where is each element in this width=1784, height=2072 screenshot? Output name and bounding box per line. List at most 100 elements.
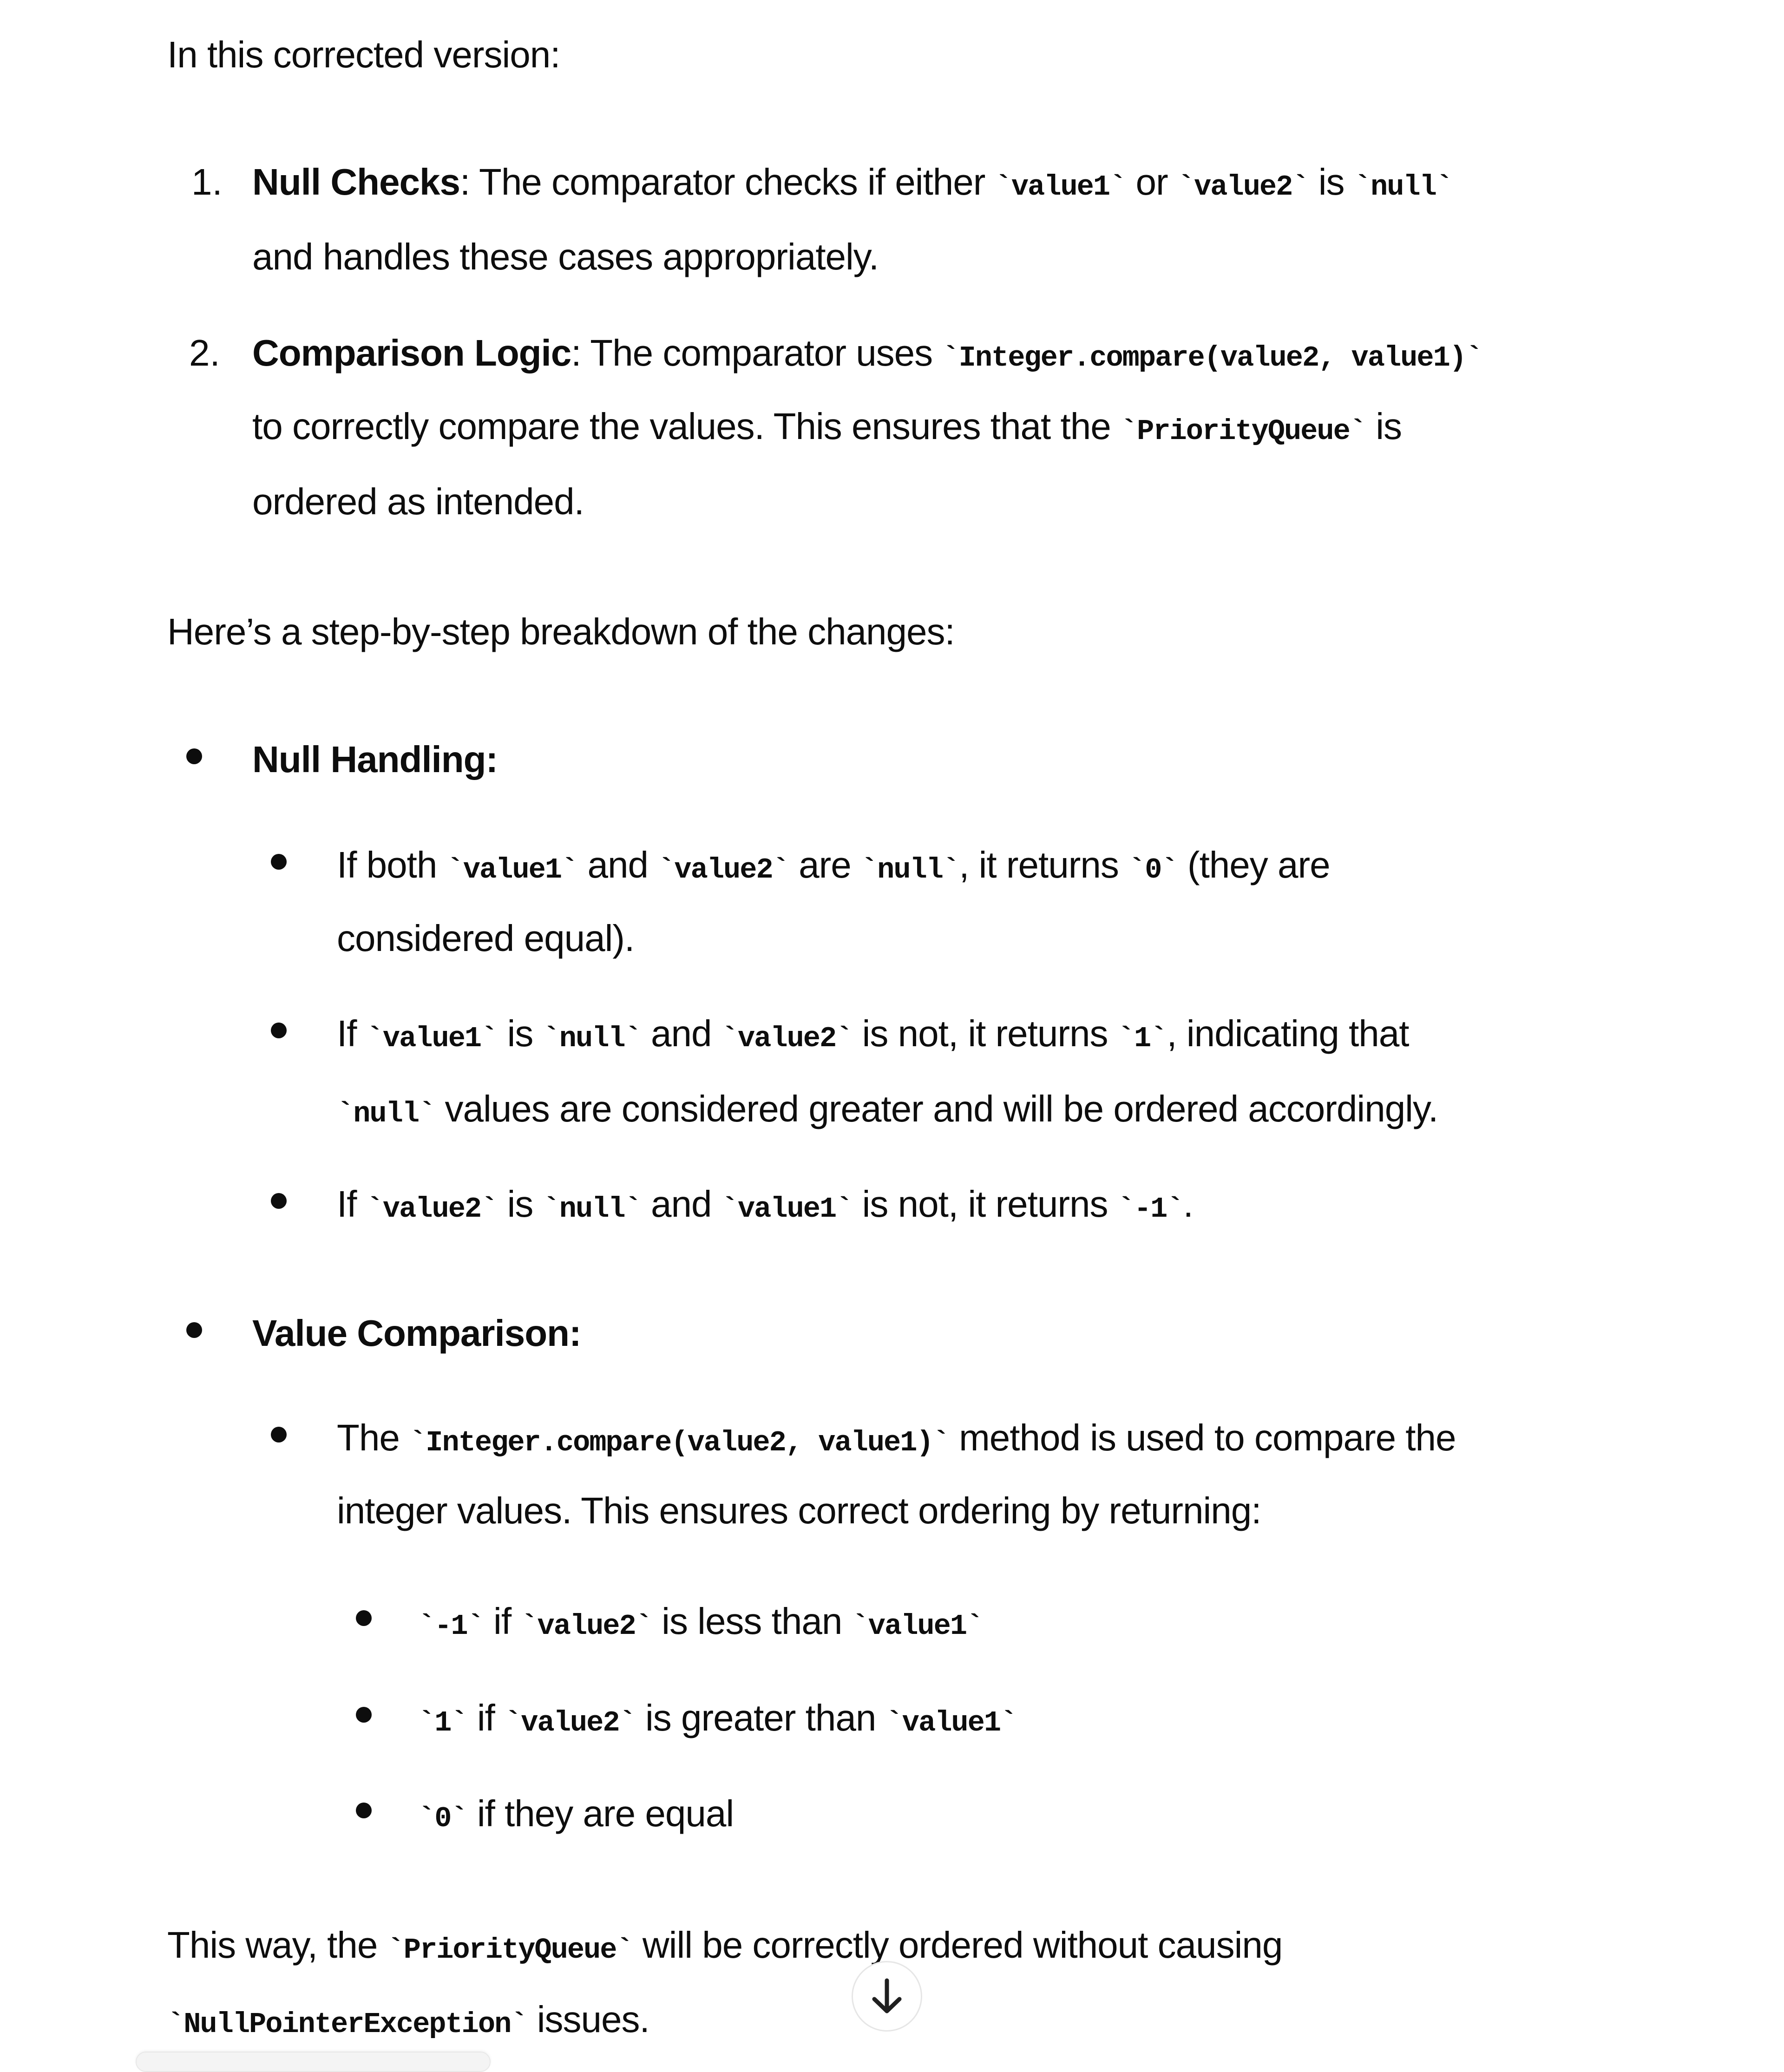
inline-code: `null` bbox=[543, 1022, 642, 1055]
inline-code: `value1` bbox=[885, 1706, 1018, 1739]
bullet-icon bbox=[356, 1803, 372, 1818]
inline-code: `value1` bbox=[852, 1610, 984, 1643]
section-title: Value Comparison: bbox=[252, 1312, 582, 1354]
text-segment: is greater than bbox=[635, 1697, 886, 1738]
inline-code: `value1` bbox=[721, 1193, 853, 1226]
text-segment: is bbox=[497, 1183, 543, 1225]
inline-code: `value1` bbox=[446, 853, 579, 886]
scroll-to-bottom-button[interactable] bbox=[852, 1961, 922, 2032]
message-composer[interactable] bbox=[136, 2052, 491, 2072]
inline-code: `null` bbox=[543, 1193, 642, 1226]
null-handling-item-1-line-1: If both `value1` and `value2` are `null`… bbox=[337, 844, 1331, 886]
text-segment: If bbox=[337, 1183, 367, 1225]
inline-code: `value2` bbox=[505, 1706, 636, 1739]
text-segment: is not, it returns bbox=[852, 1183, 1118, 1225]
intro-paragraph: In this corrected version: bbox=[167, 34, 560, 75]
null-handling-item-1-line-2: considered equal). bbox=[337, 918, 635, 959]
return-value-item-2: `1` if `value2` is greater than `value1` bbox=[418, 1699, 1017, 1738]
text-segment: and handles these cases appropriately. bbox=[252, 236, 879, 277]
bullet-icon bbox=[186, 748, 202, 764]
text-segment: If both bbox=[337, 844, 447, 885]
inline-code: `value2` bbox=[521, 1610, 653, 1643]
text-segment: and bbox=[641, 1013, 721, 1054]
text-segment: : The comparator uses bbox=[571, 332, 943, 374]
text-segment: and bbox=[641, 1183, 721, 1225]
text-segment: is bbox=[1308, 161, 1354, 203]
arrow-down-icon bbox=[872, 1978, 902, 2013]
text-segment: This way, the bbox=[167, 1924, 387, 1966]
inline-code: `0` bbox=[1128, 853, 1179, 886]
inline-code: `null` bbox=[337, 1097, 436, 1130]
bullet-icon bbox=[271, 854, 287, 870]
inline-code: `value1` bbox=[366, 1022, 498, 1055]
inline-code: `value2` bbox=[366, 1193, 498, 1226]
text-segment: considered equal). bbox=[337, 918, 635, 959]
bullet-icon bbox=[271, 1193, 287, 1209]
inline-code: `Integer.compare(value2, value1)` bbox=[942, 341, 1483, 374]
text-segment: if bbox=[483, 1600, 521, 1642]
inline-code: `PriorityQueue` bbox=[387, 1934, 634, 1967]
bullet-icon bbox=[356, 1610, 372, 1626]
text-segment: is bbox=[497, 1013, 543, 1054]
inline-code: `-1` bbox=[1117, 1193, 1184, 1226]
text-segment: to correctly compare the values. This en… bbox=[252, 406, 1121, 447]
text-segment: is bbox=[1366, 406, 1402, 447]
inline-code: `PriorityQueue` bbox=[1120, 415, 1367, 448]
conclusion-line-1: This way, the `PriorityQueue` will be co… bbox=[167, 1924, 1283, 1967]
text-segment: , indicating that bbox=[1167, 1013, 1409, 1054]
text-segment: are bbox=[788, 844, 861, 885]
text-segment: method is used to compare the bbox=[949, 1417, 1456, 1458]
text-segment: . bbox=[1183, 1183, 1194, 1225]
return-value-item-1: `-1` if `value2` is less than `value1` bbox=[418, 1600, 984, 1643]
bullet-icon bbox=[356, 1707, 372, 1723]
list-number: 1. bbox=[191, 161, 223, 203]
numbered-item-2-line-1: Comparison Logic: The comparator uses `I… bbox=[252, 332, 1483, 374]
null-handling-item-2-line-2: `null` values are considered greater and… bbox=[337, 1090, 1438, 1128]
inline-code: `value2` bbox=[1177, 170, 1310, 203]
numbered-item-2-line-2: to correctly compare the values. This en… bbox=[252, 408, 1402, 446]
text-segment: will be correctly ordered without causin… bbox=[632, 1924, 1283, 1966]
bullet-icon bbox=[271, 1427, 287, 1443]
null-handling-item-2-line-1: If `value1` is `null` and `value2` is no… bbox=[337, 1013, 1410, 1055]
numbered-item-1-line-1: Null Checks: The comparator checks if ei… bbox=[252, 161, 1453, 203]
text-segment: ordered as intended. bbox=[252, 481, 584, 522]
inline-code: `1` bbox=[1117, 1022, 1168, 1055]
inline-code: `value2` bbox=[658, 853, 790, 886]
inline-code: `NullPointerException` bbox=[167, 2008, 528, 2041]
inline-code: `null` bbox=[1354, 170, 1453, 203]
inline-code: `0` bbox=[418, 1802, 468, 1835]
conclusion-line-2: `NullPointerException` issues. bbox=[167, 1999, 650, 2041]
section-title: Null Handling: bbox=[252, 739, 498, 780]
inline-code: `1` bbox=[418, 1706, 468, 1739]
text-segment: : The comparator checks if either bbox=[459, 161, 995, 203]
text-segment: and bbox=[577, 844, 658, 885]
bold-label: Null Checks bbox=[252, 161, 460, 203]
text-segment: integer values. This ensures correct ord… bbox=[337, 1490, 1261, 1531]
text-segment: , it returns bbox=[959, 844, 1129, 885]
breakdown-title-value-comparison: Value Comparison: bbox=[252, 1312, 582, 1354]
breakdown-title-null-handling: Null Handling: bbox=[252, 741, 498, 778]
text-segment: is not, it returns bbox=[852, 1013, 1118, 1054]
text-segment: The bbox=[337, 1417, 410, 1458]
text-segment: is less than bbox=[651, 1600, 852, 1642]
value-comparison-item-1-line-1: The `Integer.compare(value2, value1)` me… bbox=[337, 1419, 1456, 1457]
text-segment: or bbox=[1126, 161, 1178, 203]
bullet-icon bbox=[271, 1023, 287, 1038]
null-handling-item-3-line-1: If `value2` is `null` and `value1` is no… bbox=[337, 1183, 1194, 1226]
inline-code: `null` bbox=[860, 853, 960, 886]
text-segment: values are considered greater and will b… bbox=[435, 1088, 1438, 1129]
text-segment: if bbox=[467, 1697, 505, 1738]
text-segment: if they are equal bbox=[467, 1793, 734, 1834]
inline-code: `Integer.compare(value2, value1)` bbox=[409, 1426, 950, 1459]
numbered-item-2-line-3: ordered as intended. bbox=[252, 483, 584, 520]
text-segment: If bbox=[337, 1013, 367, 1054]
inline-code: `-1` bbox=[418, 1610, 485, 1643]
inline-code: `value1` bbox=[995, 170, 1127, 203]
text-segment: issues. bbox=[527, 1999, 650, 2040]
breakdown-intro: Here’s a step-by-step breakdown of the c… bbox=[167, 611, 955, 652]
return-value-item-3: `0` if they are equal bbox=[418, 1795, 734, 1833]
inline-code: `value2` bbox=[721, 1022, 853, 1055]
text-segment: (they are bbox=[1177, 844, 1331, 885]
numbered-item-1-line-2: and handles these cases appropriately. bbox=[252, 238, 879, 275]
list-number: 2. bbox=[189, 332, 220, 374]
